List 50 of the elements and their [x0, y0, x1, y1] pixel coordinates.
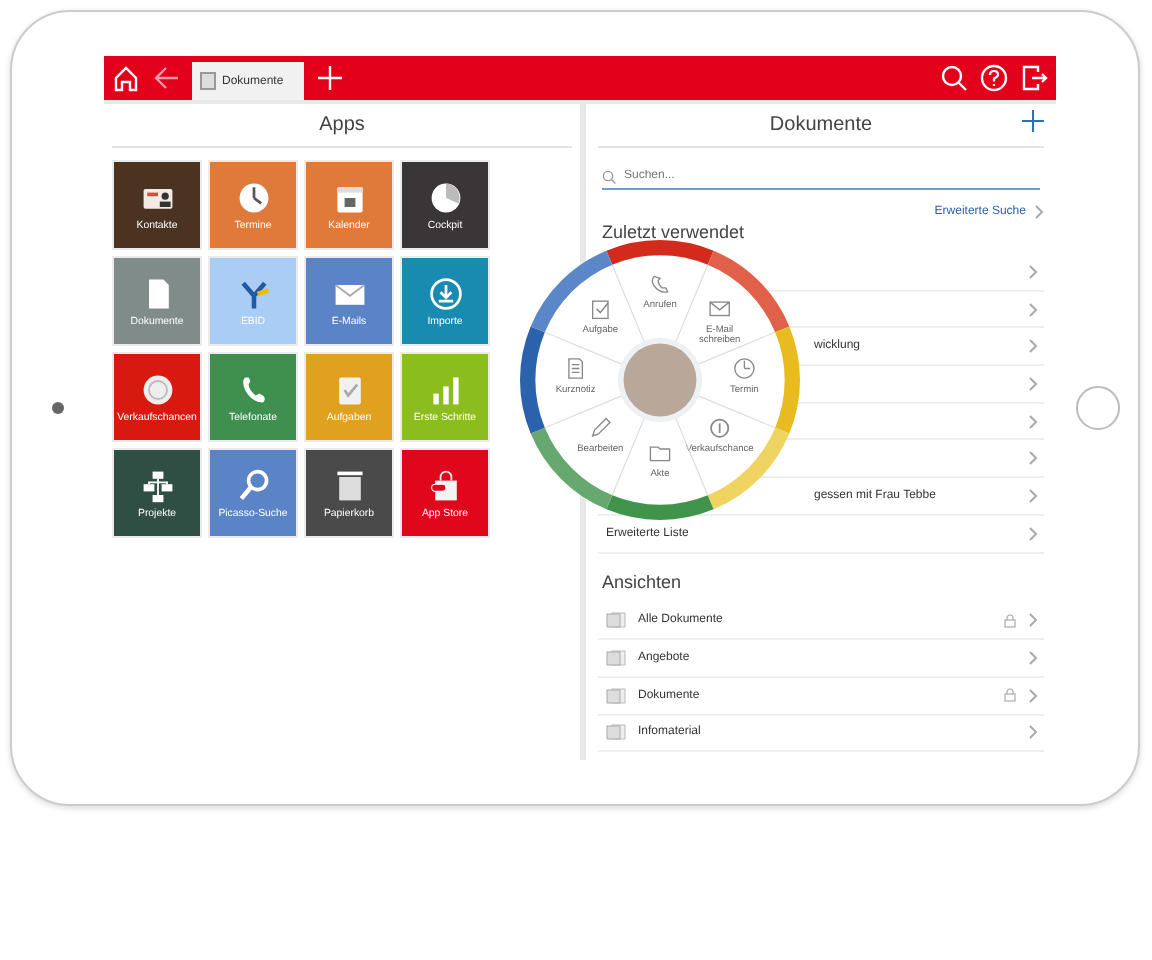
coin-icon: [139, 371, 175, 407]
chevron-right-icon: [1028, 487, 1038, 504]
help-icon[interactable]: [980, 64, 1008, 92]
ring-segment[interactable]: [606, 495, 714, 520]
home-icon[interactable]: [112, 64, 140, 92]
document-icon: [200, 72, 216, 90]
avatar: [623, 343, 697, 417]
chevron-right-icon: [1028, 650, 1038, 667]
home-button[interactable]: [1075, 386, 1119, 430]
phone-icon[interactable]: [651, 275, 669, 293]
envelope-icon[interactable]: [709, 301, 730, 317]
magnifier-icon: [235, 467, 271, 503]
add-icon[interactable]: [1022, 110, 1044, 132]
trash-can-icon: [331, 467, 367, 503]
section-heading: Zuletzt verwendet: [602, 222, 747, 242]
chevron-right-icon: [1028, 338, 1038, 355]
clock-icon: [235, 179, 271, 215]
clock-icon[interactable]: [734, 358, 755, 379]
back-arrow-icon[interactable]: [152, 64, 180, 92]
logout-icon[interactable]: [1020, 64, 1048, 92]
coin-icon[interactable]: [710, 418, 730, 438]
chevron-right-icon: [1028, 375, 1038, 392]
panel-title: Dokumente: [769, 114, 873, 136]
ring-segment[interactable]: [520, 326, 545, 434]
search-icon: [602, 169, 616, 183]
pencil-icon[interactable]: [591, 417, 611, 437]
hierarchy-icon: [139, 467, 175, 503]
shopping-bag-icon: [427, 467, 463, 503]
ring-segment[interactable]: [707, 250, 790, 333]
pie-chart-icon: [427, 179, 463, 215]
search-icon[interactable]: [940, 64, 968, 92]
chevron-right-icon: [1028, 413, 1038, 430]
section-heading: Ansichten: [602, 571, 684, 591]
chevron-right-icon: [1028, 687, 1038, 704]
ring-segment[interactable]: [606, 240, 714, 265]
bars-icon: [427, 371, 463, 407]
chevron-right-icon: [1028, 612, 1038, 629]
chevron-right-icon: [1028, 301, 1038, 318]
panel-title: Apps: [112, 104, 572, 148]
camera: [52, 402, 64, 414]
document-stack-icon: [606, 612, 626, 629]
chevron-right-icon: [1028, 263, 1038, 280]
note-icon[interactable]: [568, 358, 583, 379]
chevron-right-icon: [1034, 204, 1044, 220]
clipboard-check-icon[interactable]: [592, 300, 609, 320]
folder-icon[interactable]: [649, 446, 671, 462]
download-icon: [427, 275, 463, 311]
chevron-right-icon: [1028, 724, 1038, 741]
chevron-right-icon: [1028, 450, 1038, 467]
chevron-right-icon: [1028, 525, 1038, 542]
